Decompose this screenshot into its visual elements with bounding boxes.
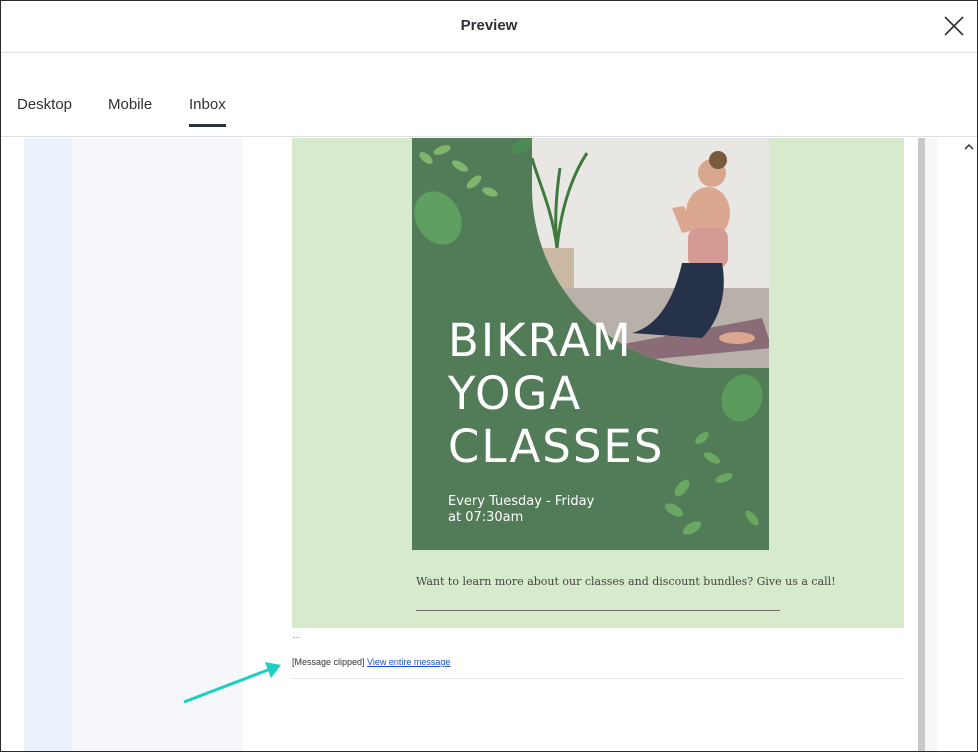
yoga-flyer-image: BIKRAM YOGA CLASSES Every Tuesday - Frid… <box>412 138 769 550</box>
message-divider <box>292 678 904 679</box>
view-entire-message-link[interactable]: View entire message <box>367 657 450 667</box>
flyer-title: BIKRAM YOGA CLASSES <box>448 314 664 473</box>
flyer-title-line: BIKRAM <box>448 314 633 367</box>
dialog-header: Preview <box>1 1 977 53</box>
arrow-icon <box>183 662 281 704</box>
close-button[interactable] <box>941 13 967 39</box>
close-icon <box>944 16 964 36</box>
tab-mobile[interactable]: Mobile <box>108 96 152 127</box>
tab-desktop[interactable]: Desktop <box>17 96 72 127</box>
scrollbar[interactable] <box>959 138 977 751</box>
flyer-schedule-line: at 07:30am <box>448 510 524 525</box>
dialog-title: Preview <box>460 17 518 34</box>
preview-dialog: Preview Desktop Mobile Inbox BIKRAM YOGA… <box>0 0 978 752</box>
tab-inbox[interactable]: Inbox <box>189 96 226 127</box>
inbox-sidebar-rail <box>24 138 72 751</box>
trimmed-content-ellipsis[interactable]: ... <box>292 630 300 641</box>
preview-tabs: Desktop Mobile Inbox <box>1 53 977 137</box>
message-clipped-label: [Message clipped] <box>292 657 365 667</box>
flyer-schedule: Every Tuesday - Friday at 07:30am <box>448 494 594 526</box>
cta-divider <box>416 610 780 611</box>
message-pane-edge <box>918 138 925 751</box>
flyer-title-line: YOGA <box>448 367 583 420</box>
flyer-title-line: CLASSES <box>448 420 665 473</box>
flyer-schedule-line: Every Tuesday - Friday <box>448 494 595 509</box>
inbox-preview-area: BIKRAM YOGA CLASSES Every Tuesday - Frid… <box>1 138 977 751</box>
right-gutter <box>925 138 937 751</box>
chevron-up-icon[interactable] <box>962 140 976 154</box>
cta-text: Want to learn more about our classes and… <box>416 575 836 588</box>
